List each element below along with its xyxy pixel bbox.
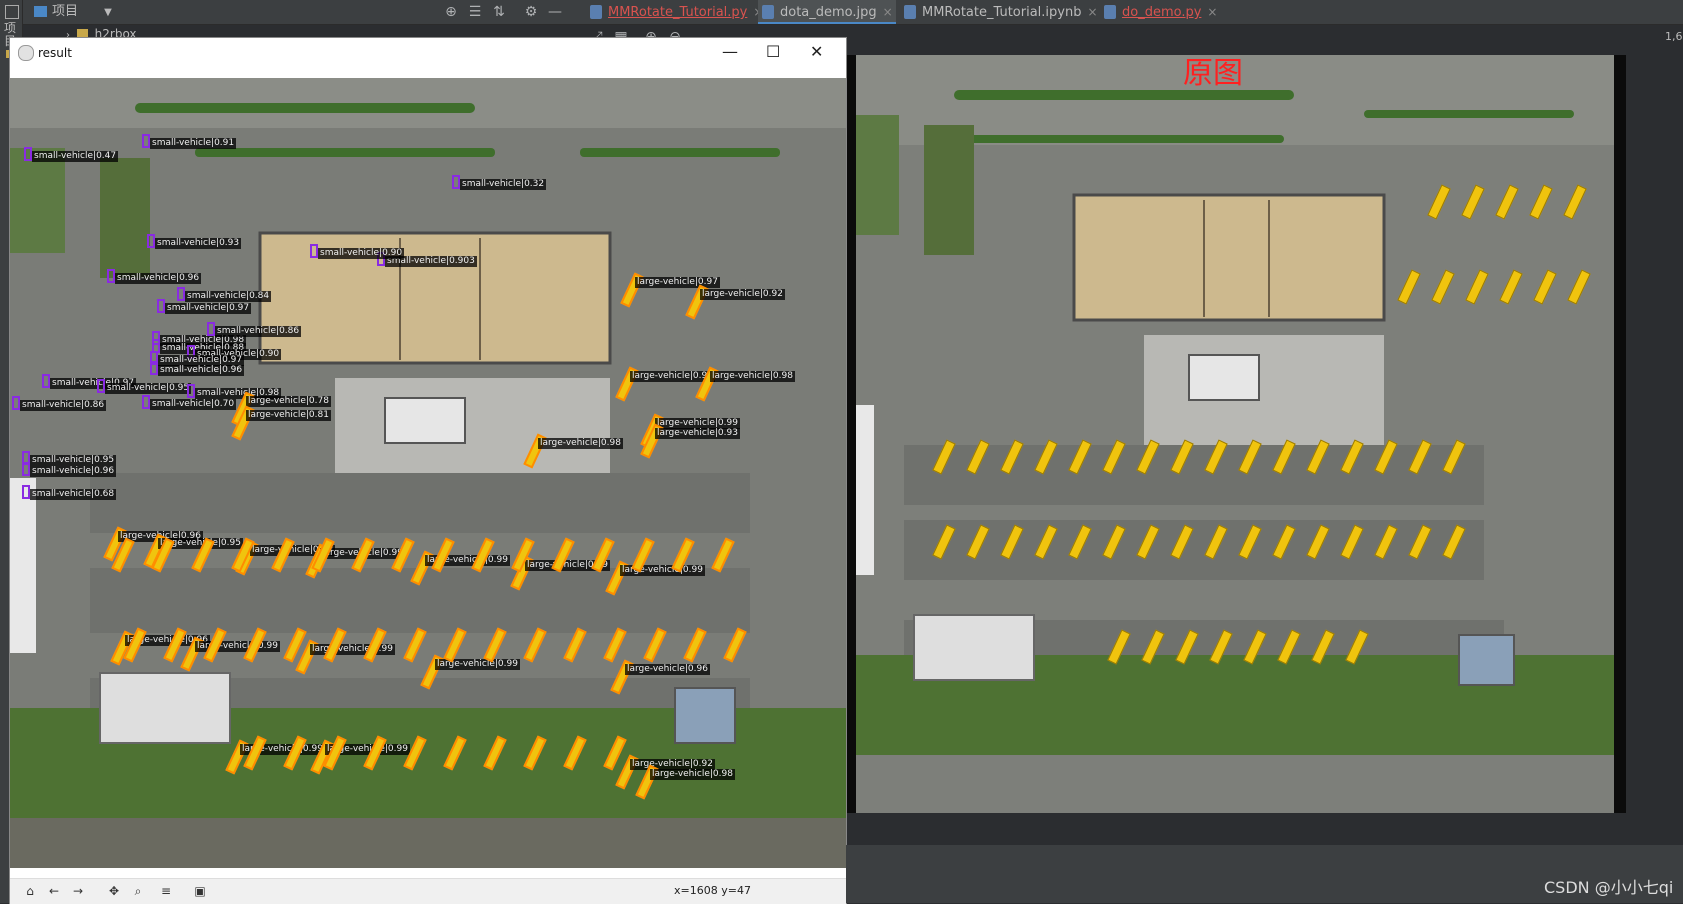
ide-toolbar: 项目 ▼ ⊕ ☰ ⇅ ⚙ — 1,6 MMRotate_Tutorial.py×… bbox=[0, 0, 1683, 43]
small-vehicle-box bbox=[147, 234, 155, 248]
detection-label: small-vehicle|0.47 bbox=[32, 151, 119, 162]
annotation-original: 原图 bbox=[1183, 56, 1243, 91]
original-aerial-scene bbox=[844, 55, 1626, 813]
detection-label: large-vehicle|0.99 bbox=[310, 644, 395, 655]
gear-icon[interactable]: ⚙ bbox=[522, 3, 540, 21]
tab-close-icon[interactable]: × bbox=[1087, 5, 1097, 19]
result-window-statusbar: ⌂ ← → ✥ ⌕ ≡ ▣ x=1608 y=47 bbox=[10, 878, 846, 904]
tab-close-icon[interactable]: × bbox=[883, 5, 893, 19]
file-icon bbox=[590, 5, 602, 19]
small-vehicle-box bbox=[107, 269, 115, 283]
detection-label: large-vehicle|0.98 bbox=[650, 769, 735, 780]
detection-label: large-vehicle|0.98 bbox=[710, 371, 795, 382]
detection-label: small-vehicle|0.95 bbox=[105, 383, 192, 394]
detection-label: small-vehicle|0.91 bbox=[150, 138, 237, 149]
detection-label: large-vehicle|0.92 bbox=[700, 289, 785, 300]
small-vehicle-box bbox=[177, 287, 185, 301]
close-button[interactable]: ✕ bbox=[810, 42, 823, 61]
small-vehicle-box bbox=[207, 322, 215, 336]
detection-label: large-vehicle|0.96 bbox=[625, 664, 710, 675]
editor-tab-1[interactable]: dota_demo.jpg × bbox=[758, 0, 896, 24]
detection-label: large-vehicle|0.97 bbox=[635, 277, 720, 288]
app-icon bbox=[18, 45, 34, 61]
minimize-button[interactable]: — bbox=[722, 42, 738, 61]
detection-label: small-vehicle|0.84 bbox=[185, 291, 272, 302]
small-vehicle-box bbox=[22, 462, 30, 476]
tab-label: MMRotate_Tutorial.ipynb bbox=[922, 5, 1082, 20]
detection-label: large-vehicle|0.93 bbox=[655, 428, 740, 439]
tab-close-icon[interactable]: × bbox=[1207, 5, 1217, 19]
project-icon bbox=[34, 6, 47, 17]
small-vehicle-box bbox=[22, 485, 30, 499]
original-image bbox=[844, 55, 1626, 813]
detection-label: large-vehicle|0.78 bbox=[246, 396, 331, 407]
small-vehicle-box bbox=[42, 374, 50, 388]
minus-icon[interactable]: — bbox=[546, 3, 564, 21]
watermark: CSDN @小小七qi bbox=[1544, 878, 1674, 897]
back-icon[interactable]: ← bbox=[46, 884, 62, 898]
detection-label: small-vehicle|0.96 bbox=[30, 466, 117, 477]
editor-tab-0[interactable]: MMRotate_Tutorial.py× bbox=[586, 0, 763, 24]
tool-window-icon[interactable] bbox=[5, 5, 19, 19]
detection-label: large-vehicle|0.98 bbox=[538, 438, 623, 449]
project-menu[interactable]: 项目 ▼ bbox=[34, 3, 112, 21]
configure-icon[interactable]: ≡ bbox=[158, 884, 174, 898]
editor-tab-3[interactable]: do_demo.py × bbox=[1100, 0, 1217, 24]
detection-label: small-vehicle|0.32 bbox=[460, 179, 547, 190]
editor-tab-2[interactable]: MMRotate_Tutorial.ipynb × bbox=[900, 0, 1098, 24]
detection-label: small-vehicle|0.96 bbox=[158, 365, 245, 376]
result-aerial-scene bbox=[10, 78, 846, 868]
tab-label: dota_demo.jpg bbox=[780, 5, 877, 20]
forward-icon[interactable]: → bbox=[70, 884, 86, 898]
window-title: result bbox=[38, 46, 72, 60]
small-vehicle-box bbox=[97, 379, 105, 393]
line-col-indicator: 1,6 bbox=[1665, 30, 1683, 43]
detection-label: small-vehicle|0.93 bbox=[155, 238, 242, 249]
small-vehicle-box bbox=[452, 175, 460, 189]
chevron-down-icon[interactable]: ▼ bbox=[104, 7, 112, 18]
maximize-button[interactable]: ☐ bbox=[766, 42, 780, 61]
project-label: 项目 bbox=[52, 4, 79, 19]
file-icon bbox=[1104, 5, 1116, 19]
tab-label: do_demo.py bbox=[1122, 5, 1202, 20]
detection-label: large-vehicle|0.81 bbox=[246, 410, 331, 421]
file-icon bbox=[762, 5, 774, 19]
zoom-icon[interactable]: ⌕ bbox=[130, 884, 146, 898]
small-vehicle-box bbox=[187, 384, 195, 398]
detection-label: small-vehicle|0.96 bbox=[115, 273, 202, 284]
save-icon[interactable]: ▣ bbox=[192, 884, 208, 898]
detection-label: small-vehicle|0.95 bbox=[30, 455, 117, 466]
folder-icon bbox=[76, 29, 88, 38]
detection-label: small-vehicle|0.90 bbox=[318, 248, 405, 259]
file-icon bbox=[904, 5, 916, 19]
detection-label: small-vehicle|0.86 bbox=[215, 326, 302, 337]
result-window: result — ☐ ✕ small-vehicle|0.91 small-ve… bbox=[10, 38, 846, 904]
detection-label: small-vehicle|0.68 bbox=[30, 489, 117, 500]
detection-label: small-vehicle|0.86 bbox=[20, 400, 107, 411]
home-icon[interactable]: ⌂ bbox=[22, 884, 38, 898]
small-vehicle-box bbox=[150, 361, 158, 375]
tab-label: MMRotate_Tutorial.py bbox=[608, 5, 748, 20]
small-vehicle-box bbox=[157, 299, 165, 313]
small-vehicle-box bbox=[310, 244, 318, 258]
small-vehicle-box bbox=[142, 395, 150, 409]
detection-label: small-vehicle|0.97 bbox=[165, 303, 252, 314]
small-vehicle-box bbox=[24, 147, 32, 161]
detection-result-canvas: small-vehicle|0.91 small-vehicle|0.47 smal… bbox=[10, 78, 846, 868]
target-icon[interactable]: ⊕ bbox=[442, 3, 460, 21]
collapse-icon[interactable]: ⇅ bbox=[490, 3, 508, 21]
small-vehicle-box bbox=[142, 134, 150, 148]
small-vehicle-box bbox=[12, 396, 20, 410]
pan-icon[interactable]: ✥ bbox=[106, 884, 122, 898]
expand-icon[interactable]: ☰ bbox=[466, 3, 484, 21]
result-window-titlebar[interactable]: result — ☐ ✕ bbox=[10, 38, 846, 68]
detection-label: small-vehicle|0.70 bbox=[150, 399, 237, 410]
cursor-coordinates: x=1608 y=47 bbox=[674, 884, 751, 897]
